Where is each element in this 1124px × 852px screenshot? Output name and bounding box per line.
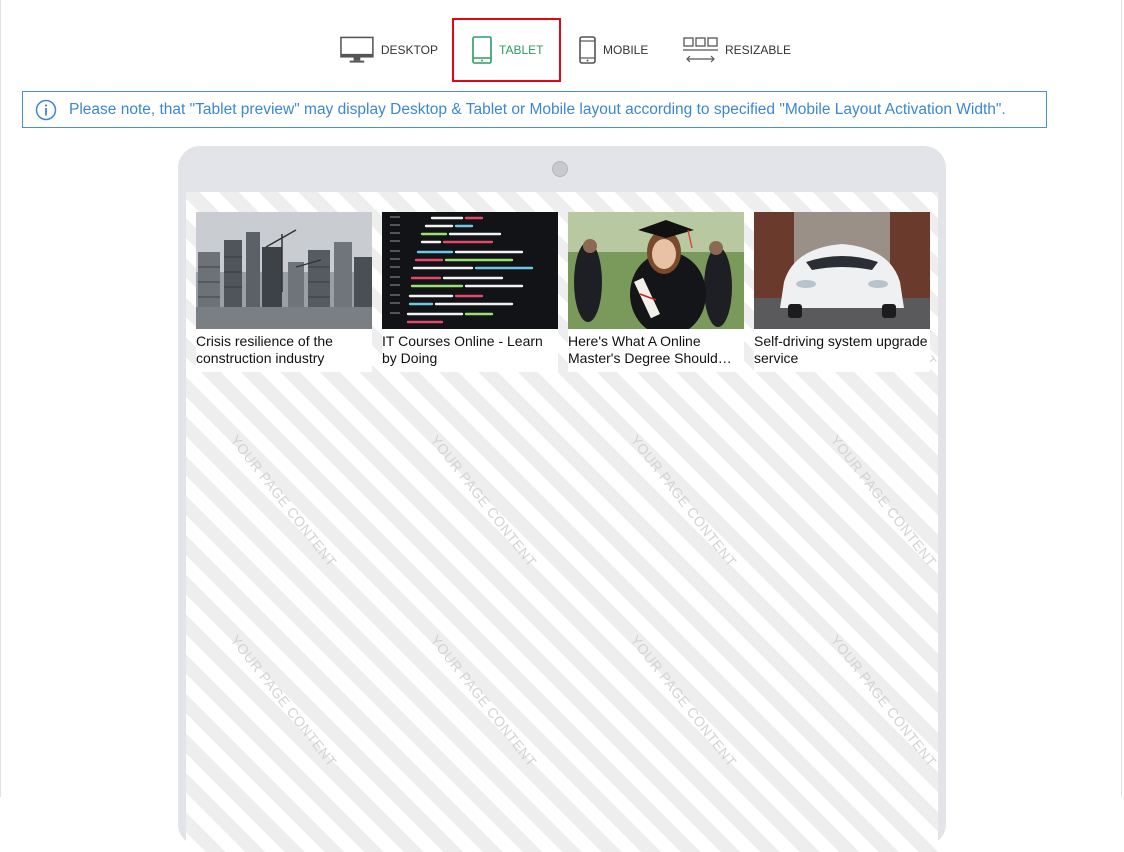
mobile-icon <box>579 36 596 64</box>
info-icon <box>35 99 57 120</box>
monitor-icon <box>340 36 374 63</box>
desktop-label: DESKTOP <box>380 43 438 57</box>
note-text: Please note, that "Tablet preview" may d… <box>69 100 1006 118</box>
watermark: YOUR PAGE CONTENT <box>427 632 540 770</box>
content-card[interactable]: Self-driving system upgrade service <box>754 212 930 372</box>
watermark: YOUR PAGE CONTENT <box>827 432 938 570</box>
watermark: YOUR PAGE CONTENT <box>627 632 740 770</box>
watermark: YOUR PAGE CONTENT <box>227 432 340 570</box>
graduate-image <box>568 212 744 329</box>
content-card[interactable]: Here's What A Online Master's Degree Sho… <box>568 212 744 372</box>
watermark: YOUR PAGE CONTENT <box>827 632 938 770</box>
tablet-icon <box>472 36 492 64</box>
device-switcher: DESKTOP TABLET MOBILE RESIZABLE <box>0 18 1124 82</box>
page-border-right <box>1121 0 1122 797</box>
tablet-label: TABLET <box>499 43 544 57</box>
content-card[interactable]: IT Courses Online - Learn by Doing <box>382 212 558 372</box>
card-title: Crisis resilience of the construction in… <box>196 333 333 366</box>
code-screen-image <box>382 212 558 329</box>
mobile-button[interactable]: MOBILE <box>576 18 656 82</box>
mobile-label: MOBILE <box>603 43 649 57</box>
construction-city-image <box>196 212 372 329</box>
card-title: Self-driving system upgrade service <box>754 333 928 366</box>
desktop-button[interactable]: DESKTOP <box>338 18 438 82</box>
resizable-button[interactable]: RESIZABLE <box>682 18 792 82</box>
tablet-button[interactable]: TABLET <box>452 18 561 82</box>
watermark: YOUR PAGE CONTENT <box>627 432 740 570</box>
resize-icon <box>683 37 718 63</box>
camera-dot <box>552 161 568 177</box>
white-car-image <box>754 212 930 329</box>
tablet-preview-note: Please note, that "Tablet preview" may d… <box>22 91 1047 128</box>
watermark: YOUR PAGE CONTENT <box>227 632 340 770</box>
card-title: Here's What A Online Master's Degree Sho… <box>568 333 718 366</box>
page-border-left <box>0 0 1 797</box>
resizable-label: RESIZABLE <box>725 43 792 57</box>
tablet-screen: YOUR PAGE CONTENT YOUR PAGE CONTENT YOUR… <box>186 192 938 852</box>
tablet-frame: YOUR PAGE CONTENT YOUR PAGE CONTENT YOUR… <box>178 146 946 852</box>
watermark: YOUR PAGE CONTENT <box>427 432 540 570</box>
content-cards: Crisis resilience of the construction in… <box>196 212 930 372</box>
content-card[interactable]: Crisis resilience of the construction in… <box>196 212 372 372</box>
card-title: IT Courses Online - Learn by Doing <box>382 333 543 366</box>
